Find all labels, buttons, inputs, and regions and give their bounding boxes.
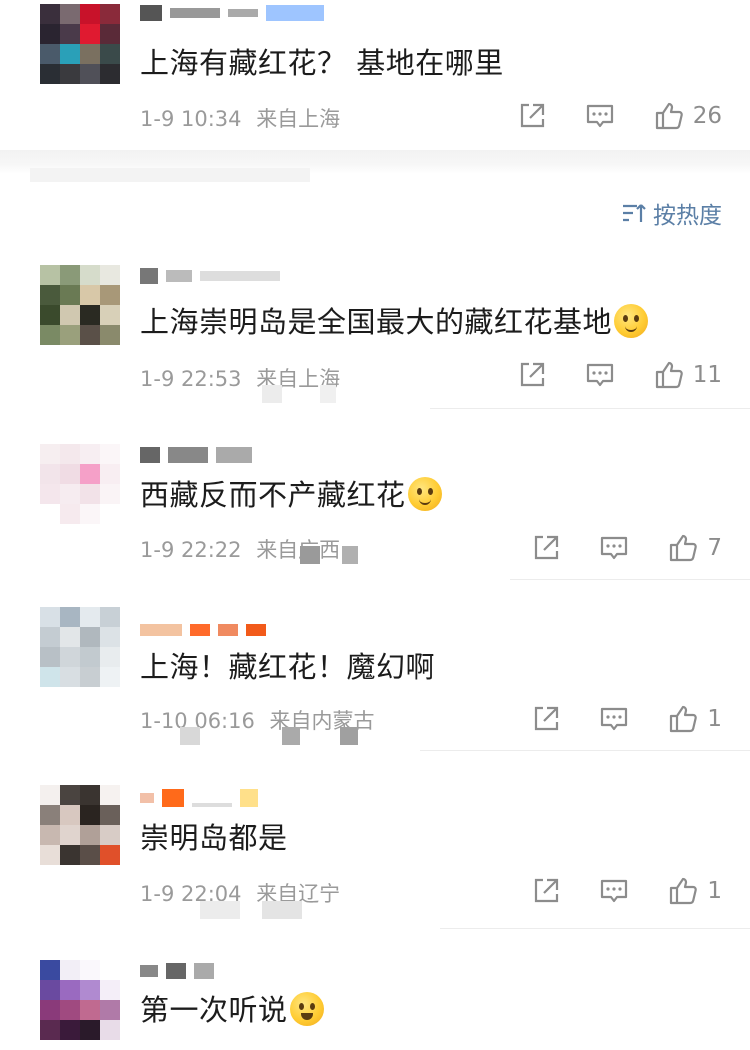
reply-button[interactable] [599,704,629,734]
comment-icon [601,879,628,903]
comment-icon [586,104,613,128]
redaction-mosaic [180,727,200,745]
avatar[interactable] [40,785,120,865]
comment-text: 上海崇明岛是全国最大的藏红花基地 [140,304,649,340]
like-button[interactable]: 11 [653,359,722,391]
avatar[interactable] [40,4,120,84]
comment-time: 1-9 10:34 [140,107,242,131]
username-mosaic[interactable] [140,619,266,641]
username-mosaic[interactable] [140,265,280,287]
like-button[interactable]: 1 [667,875,722,907]
comment-actions: 7 [531,532,722,564]
share-button[interactable] [517,360,547,390]
share-button[interactable] [531,876,561,906]
reply-button[interactable] [599,533,629,563]
redaction-mosaic [262,385,282,403]
redaction-mosaic [200,901,240,919]
comment-icon [601,536,628,560]
reply-button[interactable] [585,101,615,131]
comment-location: 来自广西 [256,538,341,562]
comment-text: 西藏反而不产藏红花 [140,477,442,513]
reply-button[interactable] [585,360,615,390]
redaction-mosaic [340,727,358,745]
like-count: 1 [707,706,722,732]
thumbs-up-icon [670,705,698,733]
share-icon [520,362,544,387]
comment-time: 1-9 22:22 [140,538,242,562]
comment-actions: 11 [517,359,722,391]
comment-text: 上海！藏红花！魔幻啊 [140,650,436,684]
like-button[interactable]: 26 [653,100,722,132]
thumbs-up-icon [655,102,683,130]
share-button[interactable] [531,533,561,563]
comment-actions: 26 [517,100,722,132]
share-icon [535,706,559,731]
section-separator-shadow [30,168,310,182]
share-icon [535,878,559,903]
redaction-mosaic [320,385,336,403]
avatar[interactable] [40,265,120,345]
redaction-mosaic [342,546,358,564]
thumbs-up-icon [655,361,683,389]
comment-text: 第一次听说 [140,992,324,1028]
thinking-emoji [614,304,649,338]
thinking-emoji [407,477,442,511]
reply-button[interactable] [599,876,629,906]
comment-time: 1-9 22:53 [140,367,242,391]
share-button[interactable] [517,101,547,131]
comment-actions: 1 [531,875,722,907]
comment-icon [601,707,628,731]
like-count: 11 [692,362,722,388]
sort-label: 按热度 [653,203,722,229]
username-mosaic[interactable] [140,960,214,982]
sort-by-heat-button[interactable]: 按热度 [621,196,722,230]
comment-divider [420,750,750,751]
comment-meta: 1-9 22:04 来自辽宁 [140,878,340,908]
username-mosaic[interactable] [140,2,324,24]
avatar[interactable] [40,444,120,524]
share-icon [535,535,559,560]
like-count: 26 [692,103,722,129]
share-button[interactable] [531,704,561,734]
thumbs-up-icon [670,877,698,905]
comment-text: 崇明岛都是 [140,821,288,855]
redaction-mosaic [282,727,300,745]
username-mosaic[interactable] [140,787,258,809]
like-button[interactable]: 7 [667,532,722,564]
comment-divider [430,408,750,409]
comment-icon [586,363,613,387]
comment-text: 上海有藏红花？ 基地在哪里 [140,46,504,80]
comment-divider [440,928,750,929]
like-count: 1 [707,878,722,904]
username-mosaic[interactable] [140,444,252,466]
like-button[interactable]: 1 [667,703,722,735]
thumbs-up-icon [670,534,698,562]
comment-meta: 1-9 10:34 来自上海 [140,103,340,133]
avatar[interactable] [40,960,120,1040]
comment-actions: 1 [531,703,722,735]
comment-divider [510,579,750,580]
redaction-mosaic [300,546,320,564]
avatar[interactable] [40,607,120,687]
share-icon [520,103,544,128]
redaction-mosaic [262,901,302,919]
sort-icon [623,204,646,222]
comment-location: 来自上海 [256,107,341,131]
laughing-crying-emoji [289,992,324,1026]
comment-meta: 1-9 22:53 来自上海 [140,363,340,393]
comment-feed: 上海有藏红花？ 基地在哪里 1-9 10:34 来自上海 26 按热度 上海崇明… [0,0,750,1050]
like-count: 7 [707,535,722,561]
